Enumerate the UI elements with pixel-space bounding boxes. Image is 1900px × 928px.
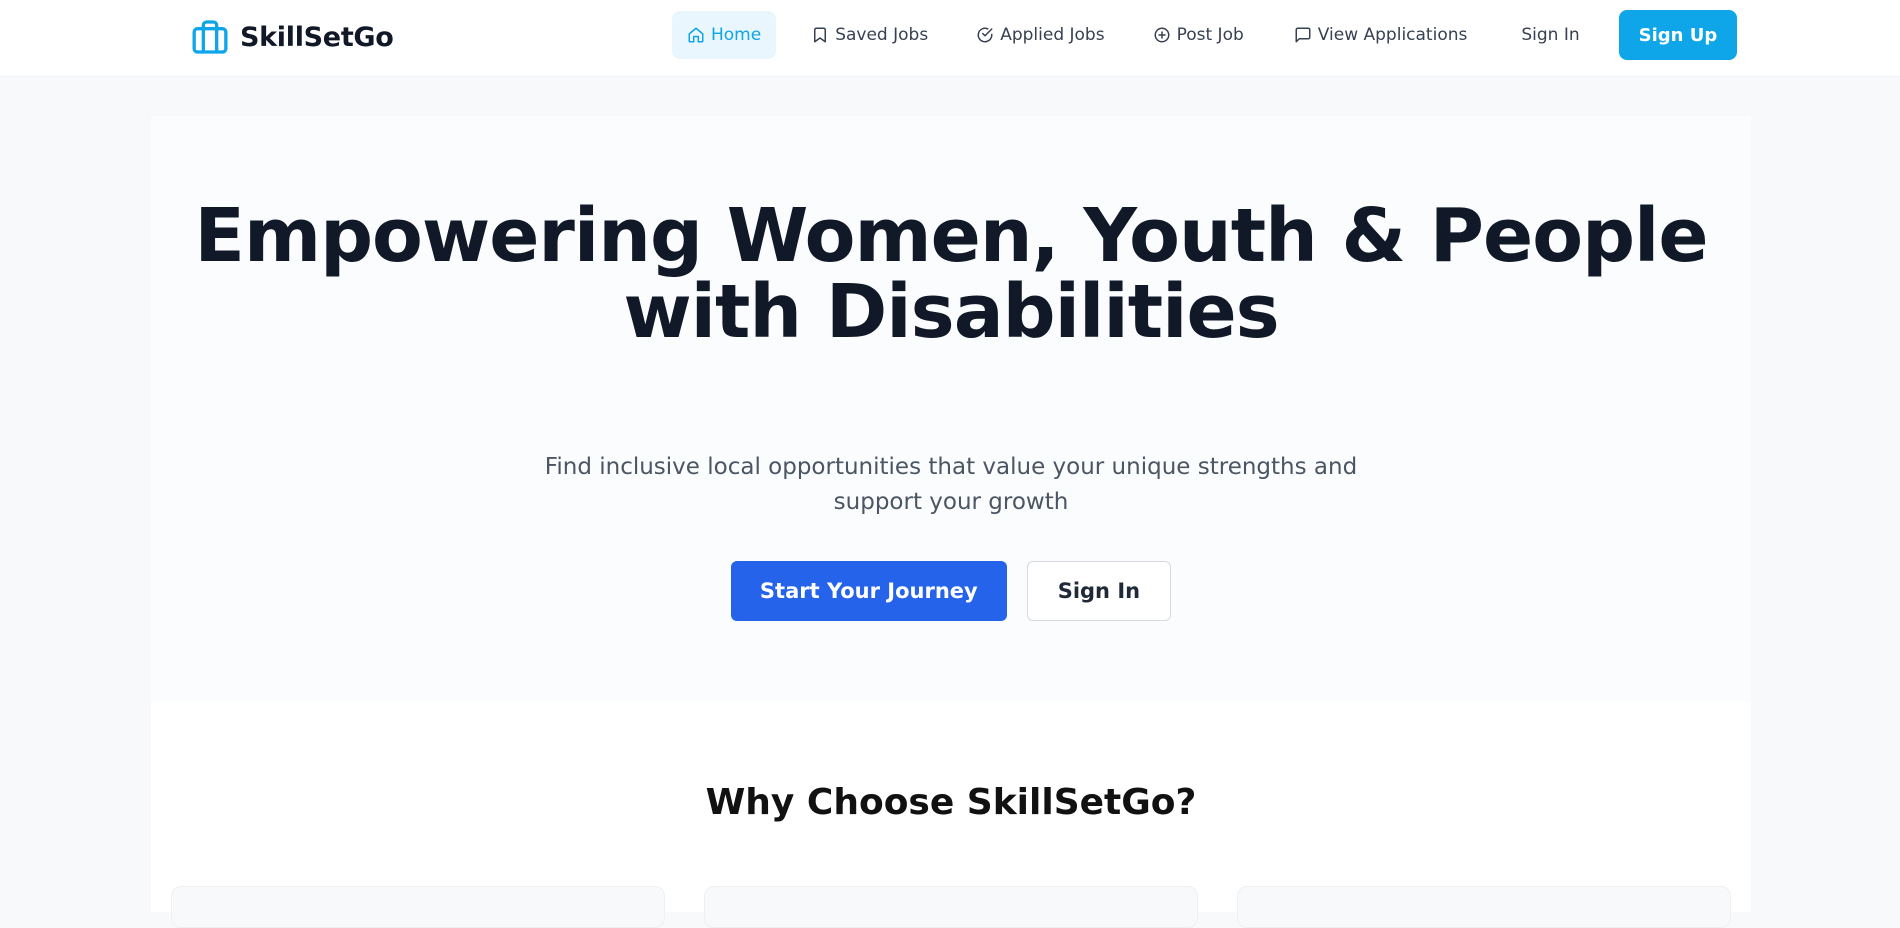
sign-in-label: Sign In [1521, 25, 1580, 45]
nav-item-label: View Applications [1317, 25, 1468, 45]
nav-item-saved-jobs[interactable]: Saved Jobs [796, 11, 943, 59]
plus-circle-icon [1154, 27, 1170, 43]
nav-sign-in-link[interactable]: Sign In [1506, 11, 1594, 59]
nav-item-label: Saved Jobs [835, 25, 929, 45]
nav-item-applied-jobs[interactable]: Applied Jobs [961, 11, 1119, 59]
feature-card [1237, 886, 1731, 928]
sign-up-button[interactable]: Sign Up [1618, 10, 1738, 60]
brand-logo-link[interactable]: SkillSetGo [190, 14, 394, 60]
check-circle-icon [977, 27, 993, 43]
nav-item-home[interactable]: Home [672, 11, 777, 59]
nav-item-view-applications[interactable]: View Applications [1279, 11, 1483, 59]
main-nav: Home Saved Jobs Applied Jobs Post Job Vi… [672, 10, 1738, 60]
nav-item-label: Home [711, 25, 762, 45]
nav-item-label: Post Job [1176, 25, 1244, 45]
why-choose-section: Why Choose SkillSetGo? [151, 702, 1751, 928]
feature-card [704, 886, 1198, 928]
section-title: Why Choose SkillSetGo? [705, 782, 1197, 823]
bookmark-icon [814, 27, 827, 43]
nav-item-post-job[interactable]: Post Job [1138, 11, 1259, 59]
briefcase-icon [192, 20, 228, 54]
start-journey-button[interactable]: Start Your Journey [730, 561, 1007, 621]
nav-item-label: Applied Jobs [1000, 25, 1105, 45]
hero-actions: Start Your Journey Sign In [151, 561, 1751, 621]
hero-sign-in-button[interactable]: Sign In [1026, 561, 1172, 621]
brand-name: SkillSetGo [240, 21, 394, 53]
top-navigation-bar: SkillSetGo Home Saved Jobs Applied Jobs [0, 0, 1900, 77]
home-icon [688, 27, 704, 43]
hero-section: Empowering Women, Youth & People with Di… [151, 116, 1751, 702]
hero-title: Empowering Women, Youth & People with Di… [194, 193, 1708, 355]
message-icon [1295, 27, 1311, 43]
feature-card [171, 886, 665, 928]
hero-subtitle: Find inclusive local opportunities that … [544, 454, 1358, 515]
